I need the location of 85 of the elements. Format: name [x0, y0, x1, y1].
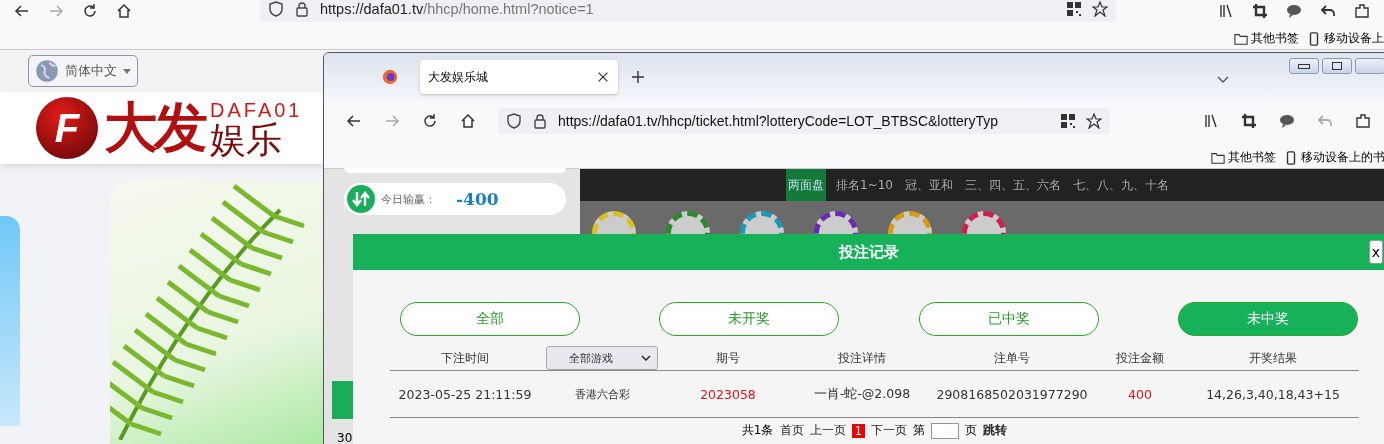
back-icon[interactable] [14, 3, 30, 19]
bookmark[interactable]: 移动设备上 [1307, 30, 1384, 48]
url-text: https://dafa01.tv/hhcp/home.html?notice=1 [320, 1, 594, 17]
logo-text: DAFA01 [210, 98, 303, 122]
prev-page-link[interactable]: 上一页 [809, 422, 846, 439]
address-bar[interactable]: https://dafa01.tv/hhcp/ticket.html?lotteryCode=LOT_BTBSC&lotteryTyp [498, 108, 1110, 134]
game-tab[interactable]: 冠、亚和 [902, 169, 955, 201]
lock-icon [532, 113, 548, 129]
qr-code-icon[interactable] [1060, 113, 1076, 129]
chat-icon[interactable] [1286, 3, 1302, 19]
table-cell-text: 2023-05-25 21:11:59 [397, 386, 533, 402]
game-tab[interactable]: 三、四、五、六名 [962, 169, 1063, 201]
column-header: 投注详情 [837, 349, 887, 367]
game-select[interactable]: 全部游戏 [546, 346, 658, 370]
profit-value: -400 [456, 189, 499, 209]
phone-icon [1284, 150, 1298, 165]
star-icon[interactable] [1092, 1, 1108, 17]
globe-icon [35, 59, 59, 84]
lock-icon [294, 1, 310, 17]
close-button[interactable]: x [1369, 240, 1383, 264]
crop-icon[interactable] [1241, 113, 1257, 129]
language-select[interactable]: 简体中文 [28, 55, 138, 88]
folder-icon [1234, 31, 1248, 46]
pager-text: 页 [965, 422, 978, 439]
url-text: https://dafa01.tv/hhcp/ticket.html?lotteryCode=LOT_BTBSC&lotteryTyp [558, 113, 999, 129]
undo-icon[interactable] [1320, 3, 1336, 19]
bookmark[interactable]: 移动设备上的书 [1284, 149, 1384, 166]
column-header: 投注金额 [1115, 349, 1165, 367]
address-bar[interactable]: https://dafa01.tv/hhcp/home.html?notice=1 [260, 0, 1116, 22]
new-tab-icon[interactable] [630, 69, 646, 85]
logo-text: 娱乐 [210, 121, 283, 158]
caret-icon [641, 355, 651, 361]
page-input[interactable] [931, 422, 960, 439]
home-icon[interactable] [460, 113, 476, 129]
first-page-link[interactable]: 首页 [779, 422, 804, 439]
library-icon[interactable] [1218, 3, 1234, 19]
table-cell-text: 2023058 [699, 386, 757, 402]
star-icon[interactable] [1086, 113, 1102, 129]
browser-logo-icon [382, 69, 398, 85]
back-icon[interactable] [346, 113, 362, 129]
side-button[interactable] [332, 381, 354, 419]
pager-text: 共1条 [741, 422, 774, 439]
go-link[interactable]: 跳转 [983, 422, 1008, 439]
close-icon[interactable] [596, 70, 610, 84]
game-tab[interactable]: 排名1~10 [834, 169, 895, 201]
bookmark[interactable]: 其他书签 [1234, 30, 1299, 48]
extension-icon[interactable] [1355, 113, 1371, 129]
bookmark[interactable]: 其他书签 [1211, 149, 1276, 166]
column-header: 下注时间 [440, 349, 490, 367]
home-icon[interactable] [116, 3, 132, 19]
logo-icon: F [36, 97, 98, 159]
dialog-title: 投注记录 [838, 242, 899, 262]
filter-button[interactable]: 未开奖 [659, 302, 840, 336]
minimize-button[interactable] [1289, 58, 1319, 74]
extension-icon[interactable] [1354, 3, 1370, 19]
reload-icon[interactable] [422, 113, 438, 129]
filter-button[interactable]: 全部 [400, 302, 580, 336]
profit-label: 今日输赢： [381, 191, 436, 207]
logo-text: 大发 [104, 94, 204, 161]
next-page-link[interactable]: 下一页 [871, 422, 908, 439]
table-cell-text: 14,26,3,40,18,43+15 [1205, 386, 1341, 402]
chat-icon[interactable] [1279, 113, 1295, 129]
column-header: 开奖结果 [1248, 349, 1298, 367]
maximize-button[interactable] [1322, 58, 1352, 74]
qr-code-icon[interactable] [1066, 1, 1082, 17]
shield-icon [506, 113, 522, 129]
column-header: 注单号 [993, 349, 1031, 367]
table-cell-text: 400 [1127, 386, 1153, 402]
shield-icon [268, 1, 284, 17]
crop-icon[interactable] [1252, 3, 1268, 19]
game-tab[interactable]: 两面盘 [786, 169, 826, 201]
game-tab[interactable]: 七、八、九、十名 [1070, 169, 1171, 201]
current-page[interactable]: 1 [851, 423, 866, 438]
reload-icon[interactable] [82, 3, 98, 19]
folder-icon [1211, 150, 1225, 165]
browser-tab[interactable]: 大发娱乐城 [420, 60, 618, 94]
column-header: 期号 [715, 349, 741, 367]
table-cell-text: 香港六合彩 [573, 386, 631, 402]
pager-text: 第 [913, 422, 926, 439]
table-cell-text: 2908168502031977290 [935, 386, 1089, 402]
side-text: 30 [337, 431, 353, 444]
filter-button[interactable]: 已中奖 [918, 302, 1099, 336]
library-icon[interactable] [1203, 113, 1219, 129]
phone-icon [1307, 31, 1321, 46]
table-cell-text: 一肖-蛇-@2.098 [812, 385, 912, 403]
